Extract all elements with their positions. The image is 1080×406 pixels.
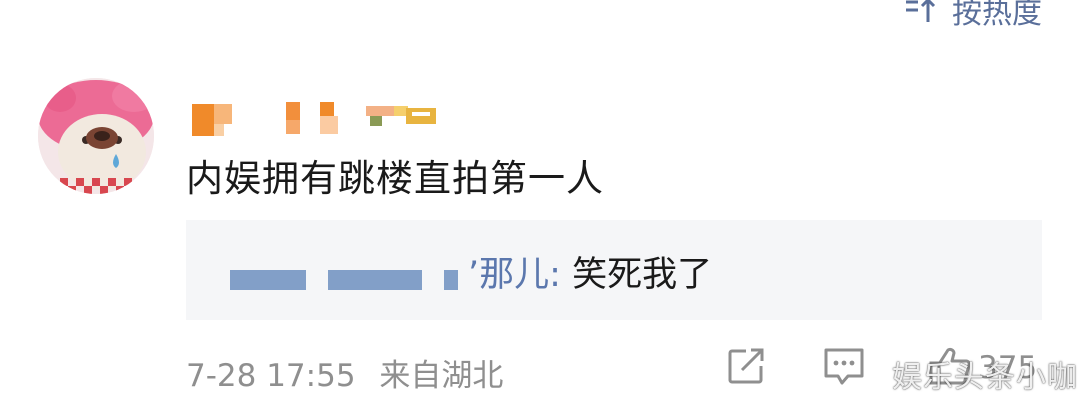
thumbs-up-icon — [929, 347, 971, 385]
reply-preview[interactable]: ’那儿: 笑死我了 — [186, 220, 1042, 320]
username-pixel — [370, 116, 382, 126]
comment-screen: 按热度 内娱拥有跳楼直拍第一人 ’那儿: 笑死我了 7-28 17:55 来自湖… — [0, 0, 1080, 406]
sort-control[interactable]: 按热度 — [904, 0, 1042, 32]
username-pixel — [286, 102, 300, 120]
comment-meta: 7-28 17:55 来自湖北 — [186, 350, 517, 395]
comment-text: 内娱拥有跳楼直拍第一人 — [186, 157, 604, 200]
comment-location: 来自湖北 — [379, 358, 504, 394]
username-blurred[interactable] — [188, 96, 448, 136]
username-pixel — [192, 104, 214, 136]
share-button[interactable] — [726, 346, 766, 386]
like-button[interactable] — [928, 346, 972, 386]
reply-name-blurred — [444, 270, 458, 290]
reply-separator: : — [549, 255, 561, 295]
reply-name-blurred — [230, 270, 306, 290]
username-pixel — [406, 108, 436, 124]
sort-label: 按热度 — [952, 0, 1042, 31]
username-pixel — [412, 112, 430, 116]
reply-author[interactable]: ’那儿 — [468, 255, 549, 295]
avatar[interactable] — [38, 78, 154, 194]
comment-button[interactable] — [822, 346, 866, 386]
reply-line: ’那儿: 笑死我了 — [468, 246, 712, 297]
comment-icon — [824, 348, 864, 385]
comment-time: 7-28 17:55 — [186, 358, 356, 394]
share-icon — [728, 348, 764, 384]
avatar-image — [38, 78, 154, 194]
reply-name-blurred — [328, 270, 422, 290]
like-count: 375 — [978, 350, 1038, 386]
username-pixel — [320, 116, 338, 134]
username-pixel — [366, 106, 394, 116]
username-pixel — [214, 104, 232, 124]
reply-text: 笑死我了 — [572, 255, 713, 295]
sort-icon — [904, 0, 938, 24]
username-pixel — [214, 124, 224, 136]
username-pixel — [320, 102, 334, 116]
username-pixel — [286, 120, 300, 134]
